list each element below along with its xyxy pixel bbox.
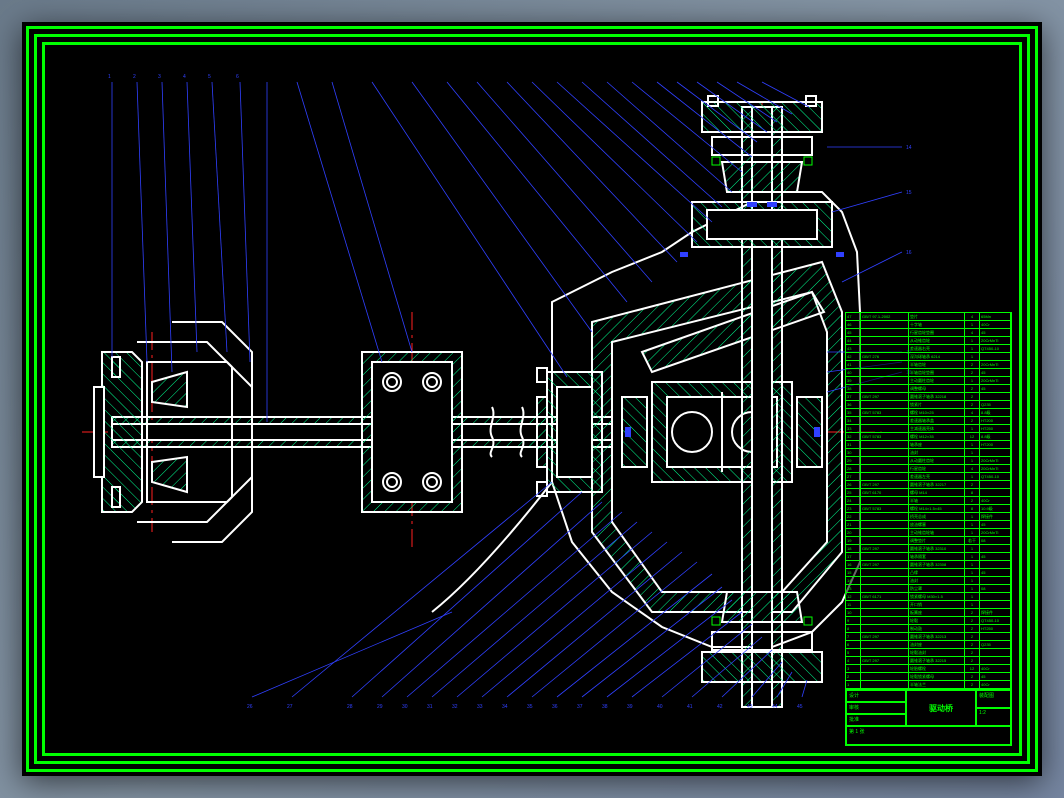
parts-row: 37GB/T 297圆锥滚子轴承 322182 [846,393,1011,401]
parts-row: 24半轴240Cr [846,497,1011,505]
parts-row: 21放油螺塞145 [846,521,1011,529]
svg-text:44: 44 [772,704,778,710]
svg-text:26: 26 [247,704,253,710]
parts-row: 19调整垫片若干08 [846,537,1011,545]
parts-row: 4GB/T 297圆锥滚子轴承 322152 [846,657,1011,665]
tb-title: 驱动桥 [906,690,976,726]
parts-row: 25GB/T 6170螺母 M148 [846,489,1011,497]
svg-text:2: 2 [133,74,136,80]
parts-row: 33主减速器壳体1HT250 [846,425,1011,433]
parts-row: 9轮毂2QT450-10 [846,617,1011,625]
tb-approve-label: 批准 [846,714,906,726]
svg-text:36: 36 [552,704,558,710]
parts-row: 1半轴法兰240Cr [846,681,1011,689]
title-block: 设计 审核 批准 驱动桥 装配图 1:2 第 1 张 [846,689,1011,745]
parts-row: 15凸缘145 [846,569,1011,577]
svg-text:1: 1 [108,74,111,80]
svg-text:35: 35 [527,704,533,710]
parts-row: 7GB/T 297圆锥滚子轴承 322132 [846,633,1011,641]
svg-text:34: 34 [502,704,508,710]
svg-text:14: 14 [906,145,912,151]
parts-row: 38调整螺母245 [846,385,1011,393]
parts-row: 43差速器右壳1QT450-10 [846,345,1011,353]
parts-row: 36锁紧片2Q235 [846,401,1011,409]
parts-row: 2轮毂锁紧螺母245 [846,673,1011,681]
svg-text:6: 6 [236,74,239,80]
tb-sheet: 第 1 张 [846,726,1011,745]
parts-list-rows: 47GB/T 97.1-2002垫片465Mn46十字轴140Cr45行星齿轮垫… [846,313,1011,689]
tb-number: 装配图 [976,690,1011,708]
parts-row: 18GB/T 297圆锥滚子轴承 323101 [846,545,1011,553]
svg-text:27: 27 [287,704,293,710]
parts-row: 6油封座2Q235 [846,641,1011,649]
parts-row: 32GB/T 5783螺栓 M12×35128.8级 [846,433,1011,441]
parts-row: 44从动锥齿轮120CrMnTi [846,337,1011,345]
parts-row: 39主动圆柱齿轮120CrMnTi [846,377,1011,385]
cad-canvas: 1 2 3 4 5 6 14 15 16 17 18 26 27 28 29 3… [22,22,1042,776]
parts-row: 28行星齿轮420CrMnTi [846,465,1011,473]
tb-design-label: 设计 [846,690,906,702]
parts-row: 20主动锥齿轮轴120CrMnTi [846,529,1011,537]
svg-text:42: 42 [717,704,723,710]
parts-row: 30油封1 [846,449,1011,457]
input-housing [537,368,602,496]
svg-text:4: 4 [183,74,186,80]
svg-text:15: 15 [906,190,912,196]
parts-row: 26GB/T 297圆锥滚子轴承 322172 [846,481,1011,489]
parts-row: 34差速器轴承盖2HT200 [846,417,1011,425]
svg-text:32: 32 [452,704,458,710]
drawing-area: 1 2 3 4 5 6 14 15 16 17 18 26 27 28 29 3… [52,52,1012,746]
svg-text:28: 28 [347,704,353,710]
callout-labels-bottom: 26 27 28 29 30 31 32 33 34 35 36 37 38 3… [247,704,803,710]
svg-text:33: 33 [477,704,483,710]
parts-row: 10板簧座2焊接件 [846,609,1011,617]
svg-text:16: 16 [906,250,912,256]
parts-row: 41半轴齿轮220CrMnTi [846,361,1011,369]
parts-row: 11开口销1 [846,601,1011,609]
tb-scale: 1:2 [976,708,1011,726]
parts-row: 29从动圆柱齿轮120CrMnTi [846,457,1011,465]
parts-row: 23GB/T 5783螺栓 M14×1.5×45810.9级 [846,505,1011,513]
parts-row: 27差速器左壳1QT450-10 [846,473,1011,481]
parts-row: 8制动鼓2HT250 [846,625,1011,633]
svg-text:45: 45 [797,704,803,710]
svg-text:3: 3 [158,74,161,80]
svg-text:30: 30 [402,704,408,710]
parts-row: 14油封1 [846,577,1011,585]
parts-row: 45行星齿轮垫圈445 [846,329,1011,337]
parts-row: 40半轴齿轮垫圈245 [846,369,1011,377]
svg-text:41: 41 [687,704,693,710]
parts-row: 16GB/T 297圆锥滚子轴承 323081 [846,561,1011,569]
callout-labels-top: 1 2 3 4 5 6 [108,74,239,80]
parts-row: 13防尘罩108 [846,585,1011,593]
svg-text:31: 31 [427,704,433,710]
parts-row: 47GB/T 97.1-2002垫片465Mn [846,313,1011,321]
parts-row: 42GB/T 276深沟球轴承 62141 [846,353,1011,361]
svg-text:5: 5 [208,74,211,80]
svg-text:29: 29 [377,704,383,710]
parts-row: 5轮毂油封2 [846,649,1011,657]
svg-text:40: 40 [657,704,663,710]
parts-row: 17轴承隔套145 [846,553,1011,561]
parts-row: 3轮胎螺栓1240Cr [846,665,1011,673]
parts-row: 31轴承座1HT200 [846,441,1011,449]
parts-row: 35GB/T 5783螺栓 M10×2548.8级 [846,409,1011,417]
tb-check-label: 审核 [846,702,906,714]
spring-seat [362,352,462,512]
svg-text:43: 43 [747,704,753,710]
svg-text:39: 39 [627,704,633,710]
svg-text:38: 38 [602,704,608,710]
parts-row: 12GB/T 6171锁紧螺母 M30×1.51 [846,593,1011,601]
parts-row: 46十字轴140Cr [846,321,1011,329]
parts-row: 22桥壳总成1焊接件 [846,513,1011,521]
parts-list: 47GB/T 97.1-2002垫片465Mn46十字轴140Cr45行星齿轮垫… [845,312,1012,746]
svg-text:37: 37 [577,704,583,710]
